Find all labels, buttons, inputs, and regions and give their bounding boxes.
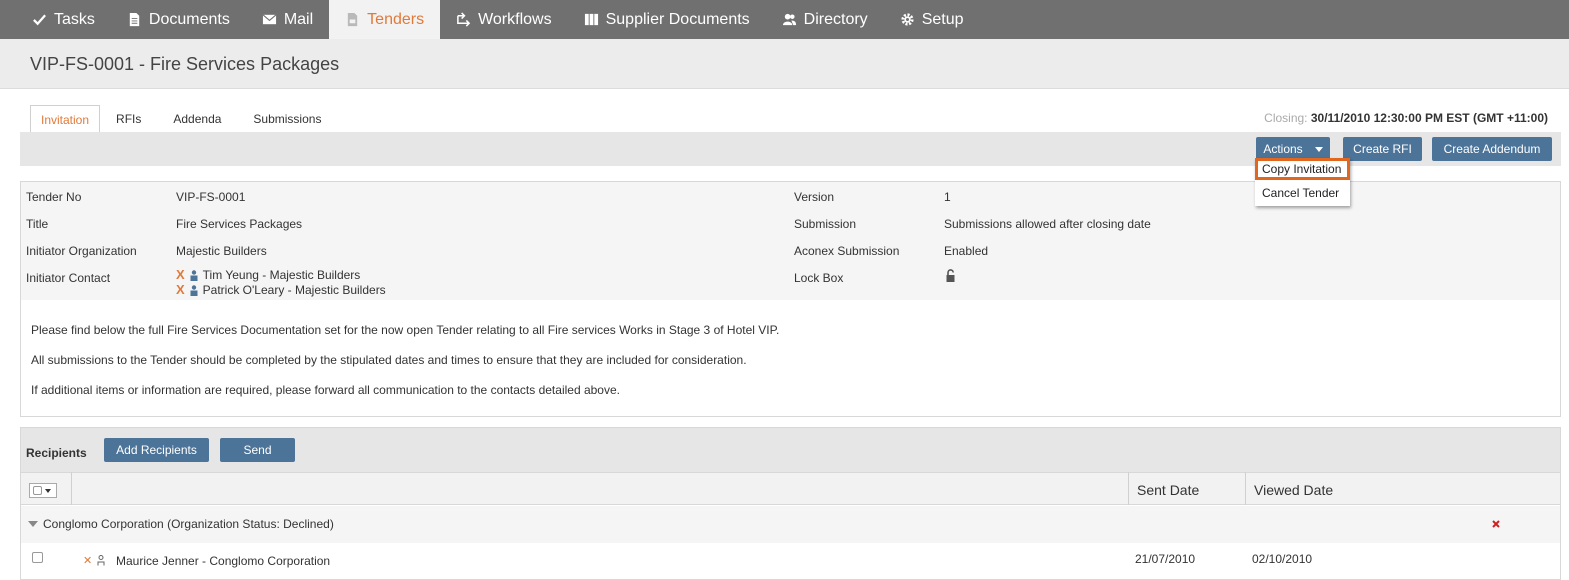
initiator-org-label: Initiator Organization xyxy=(26,244,137,258)
page-title: VIP-FS-0001 - Fire Services Packages xyxy=(30,54,340,74)
nav-workflows[interactable]: Workflows xyxy=(440,0,568,39)
closing-info: Closing: 30/11/2010 12:30:00 PM EST (GMT… xyxy=(1264,111,1548,125)
send-button[interactable]: Send xyxy=(220,438,295,462)
nav-setup[interactable]: Setup xyxy=(884,0,980,39)
nav-directory-label: Directory xyxy=(803,10,868,28)
row-checkbox[interactable] xyxy=(32,552,43,563)
nav-documents[interactable]: Documents xyxy=(111,0,246,39)
invitation-message-line: All submissions to the Tender should be … xyxy=(31,353,747,367)
caret-down-icon xyxy=(1314,147,1323,153)
viewed-date-value: 02/10/2010 xyxy=(1252,552,1313,566)
person-icon xyxy=(190,269,198,281)
check-icon xyxy=(32,12,47,27)
create-rfi-button[interactable]: Create RFI xyxy=(1343,137,1422,161)
nav-mail-label: Mail xyxy=(283,10,314,28)
recipients-title: Recipients xyxy=(26,446,87,460)
create-addendum-button[interactable]: Create Addendum xyxy=(1432,137,1552,161)
organization-group-label: Conglomo Corporation (Organization Statu… xyxy=(43,517,334,531)
version-value: 1 xyxy=(944,190,951,204)
add-recipients-button[interactable]: Add Recipients xyxy=(104,438,209,462)
menu-item-copy-invitation[interactable]: Copy Invitation xyxy=(1255,158,1350,180)
initiator-org-value: Majestic Builders xyxy=(176,244,267,258)
select-all-checkbox[interactable] xyxy=(33,486,42,495)
sent-date-column-header[interactable]: Sent Date xyxy=(1137,482,1199,498)
nav-tasks-label: Tasks xyxy=(54,10,95,28)
nav-supplier-documents[interactable]: Supplier Documents xyxy=(568,0,766,39)
collapse-triangle-icon[interactable] xyxy=(28,521,38,527)
nav-directory[interactable]: Directory xyxy=(766,0,884,39)
remove-icon[interactable] xyxy=(1492,520,1500,528)
people-icon xyxy=(782,12,797,27)
contact-item: X Tim Yeung - Majestic Builders xyxy=(176,268,360,282)
closing-value: 30/11/2010 12:30:00 PM EST (GMT +11:00) xyxy=(1310,111,1548,125)
binders-icon xyxy=(584,12,599,27)
nav-tenders-label: Tenders xyxy=(367,10,425,28)
workflow-icon xyxy=(456,12,471,27)
aconex-x-icon: X xyxy=(176,267,185,282)
tab-bar: Invitation RFIs Addenda Submissions xyxy=(30,105,337,133)
invitation-message-line: If additional items or information are r… xyxy=(31,383,620,397)
title-bar: VIP-FS-0001 - Fire Services Packages xyxy=(0,39,1569,89)
invitation-details: Tender No VIP-FS-0001 Title Fire Service… xyxy=(20,181,1561,417)
title-label: Title xyxy=(26,217,49,231)
actions-dropdown-menu: Copy Invitation Cancel Tender xyxy=(1255,158,1350,206)
tab-invitation[interactable]: Invitation xyxy=(30,105,101,133)
tender-icon xyxy=(345,12,360,27)
initiator-contact-label: Initiator Contact xyxy=(26,271,111,285)
select-all-dropdown[interactable] xyxy=(29,483,57,498)
column-divider xyxy=(71,472,72,505)
submission-value: Submissions allowed after closing date xyxy=(944,217,1151,231)
gear-icon xyxy=(900,12,915,27)
nav-mail[interactable]: Mail xyxy=(246,0,329,39)
sent-date-value: 21/07/2010 xyxy=(1135,552,1196,566)
recipients-header: Recipients Add Recipients Send xyxy=(21,428,1560,472)
tender-no-label: Tender No xyxy=(26,190,82,204)
actions-button-label: Actions xyxy=(1263,142,1303,156)
recipients-panel: Recipients Add Recipients Send Sent Date… xyxy=(20,427,1561,580)
tab-addenda[interactable]: Addenda xyxy=(157,105,237,133)
invitation-message-line: Please find below the full Fire Services… xyxy=(31,323,780,337)
organization-group-row[interactable]: Conglomo Corporation (Organization Statu… xyxy=(21,506,1560,543)
tab-rfis[interactable]: RFIs xyxy=(100,105,157,133)
recipient-name[interactable]: Maurice Jenner - Conglomo Corporation xyxy=(116,554,330,568)
person-icon xyxy=(97,555,105,566)
title-value: Fire Services Packages xyxy=(176,217,303,231)
recipient-row[interactable]: ✕ Maurice Jenner - Conglomo Corporation … xyxy=(21,543,1560,579)
nav-workflows-label: Workflows xyxy=(478,10,552,28)
version-label: Version xyxy=(794,190,835,204)
nav-documents-label: Documents xyxy=(148,10,230,28)
nav-supplier-documents-label: Supplier Documents xyxy=(605,10,750,28)
menu-item-cancel-tender[interactable]: Cancel Tender xyxy=(1255,182,1350,204)
aconex-x-icon: X xyxy=(176,282,185,297)
lock-box-label: Lock Box xyxy=(794,271,844,285)
tender-no-value: VIP-FS-0001 xyxy=(176,190,246,204)
person-icon xyxy=(190,284,198,296)
aconex-submission-label: Aconex Submission xyxy=(794,244,900,258)
mail-icon xyxy=(262,12,277,27)
aconex-x-icon: ✕ xyxy=(83,555,93,567)
document-icon xyxy=(127,12,142,27)
contact-item: X Patrick O'Leary - Majestic Builders xyxy=(176,283,386,297)
nav-tenders[interactable]: Tenders xyxy=(329,0,441,39)
column-divider xyxy=(1245,472,1246,505)
closing-label: Closing: xyxy=(1264,111,1308,125)
nav-setup-label: Setup xyxy=(921,10,964,28)
top-nav: Tasks Documents Mail Tenders Workflows S… xyxy=(0,0,1569,39)
contact-name[interactable]: Patrick O'Leary - Majestic Builders xyxy=(203,283,386,297)
nav-tasks[interactable]: Tasks xyxy=(0,0,111,39)
aconex-submission-value: Enabled xyxy=(944,244,989,258)
column-divider xyxy=(1128,472,1129,505)
contact-name[interactable]: Tim Yeung - Majestic Builders xyxy=(203,268,361,282)
unlocked-padlock-icon xyxy=(946,269,955,282)
caret-down-icon xyxy=(45,488,51,493)
submission-label: Submission xyxy=(794,217,857,231)
tab-submissions[interactable]: Submissions xyxy=(237,105,337,133)
viewed-date-column-header[interactable]: Viewed Date xyxy=(1254,482,1333,498)
